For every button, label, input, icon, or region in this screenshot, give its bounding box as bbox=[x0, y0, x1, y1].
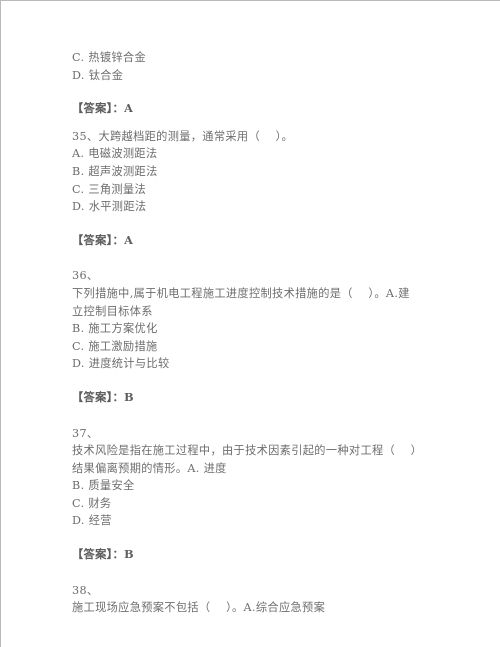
question-block-35: 35、大跨越档距的测量，通常采用（ ）。 A. 电磁波测距法 B. 超声波测距法… bbox=[72, 128, 472, 216]
answer-block: 【答案】：A bbox=[72, 100, 472, 118]
answer-block: 【答案】：A bbox=[72, 232, 472, 250]
option-line: D. 进度统计与比较 bbox=[72, 357, 170, 371]
option-line: C. 三角测量法 bbox=[72, 182, 147, 196]
option-line: B. 施工方案优化 bbox=[72, 322, 158, 336]
option-line: D. 钛合金 bbox=[72, 68, 124, 82]
option-line: D. 水平测距法 bbox=[72, 200, 147, 214]
option-line: C. 施工激励措施 bbox=[72, 339, 158, 353]
question-block-37: 37、 技术风险是指在施工过程中，由于技术因素引起的一种对工程（ ） 结果偏离预… bbox=[72, 425, 472, 531]
question-stem: 施工现场应急预案不包括（ ）。A.综合应急预案 bbox=[72, 601, 326, 615]
question-number: 38、 bbox=[72, 583, 99, 597]
question-stem: 下列措施中,属于机电工程施工进度控制技术措施的是（ ）。A.建 bbox=[72, 286, 410, 300]
question-stem-cont: 立控制目标体系 bbox=[72, 304, 153, 318]
answer-line: 【答案】：B bbox=[72, 547, 134, 562]
question-number: 36、 bbox=[72, 269, 99, 283]
options-group-prev: C. 热镀锌合金 D. 钛合金 bbox=[72, 49, 472, 84]
answer-block: 【答案】：B bbox=[72, 389, 472, 407]
answer-line: 【答案】：A bbox=[72, 232, 134, 247]
option-line: A. 电磁波测距法 bbox=[72, 147, 158, 161]
answer-block: 【答案】：B bbox=[72, 546, 472, 564]
option-line: B. 超声波测距法 bbox=[72, 164, 158, 178]
option-line: D. 经营 bbox=[72, 514, 112, 528]
question-block-38: 38、 施工现场应急预案不包括（ ）。A.综合应急预案 bbox=[72, 582, 472, 617]
option-line: C. 财务 bbox=[72, 496, 112, 510]
question-stem-cont: 结果偏离预期的情形。A. 进度 bbox=[72, 461, 227, 475]
question-stem: 技术风险是指在施工过程中，由于技术因素引起的一种对工程（ ） bbox=[72, 444, 423, 458]
question-number: 37、 bbox=[72, 426, 99, 440]
question-block-36: 36、 下列措施中,属于机电工程施工进度控制技术措施的是（ ）。A.建 立控制目… bbox=[72, 267, 472, 373]
option-line: B. 质量安全 bbox=[72, 479, 135, 493]
question-stem: 35、大跨越档距的测量，通常采用（ ）。 bbox=[72, 129, 294, 143]
document-text-body: C. 热镀锌合金 D. 钛合金 【答案】：A 35、大跨越档距的测量，通常采用（… bbox=[72, 49, 472, 617]
option-line: C. 热镀锌合金 bbox=[72, 51, 147, 64]
document-page: C. 热镀锌合金 D. 钛合金 【答案】：A 35、大跨越档距的测量，通常采用（… bbox=[0, 0, 500, 647]
answer-line: 【答案】：A bbox=[72, 101, 134, 116]
answer-line: 【答案】：B bbox=[72, 389, 134, 404]
